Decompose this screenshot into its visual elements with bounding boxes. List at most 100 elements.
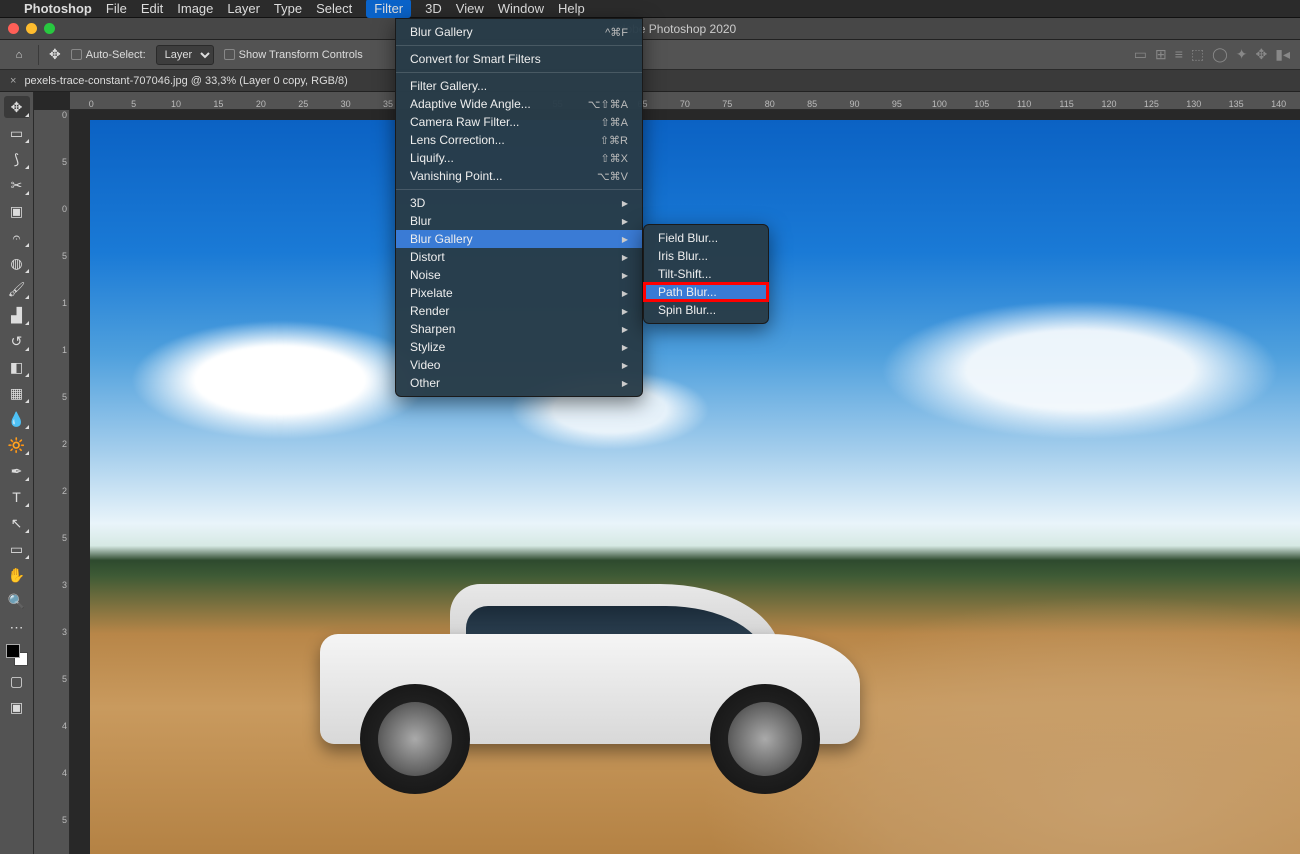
filter-item[interactable]: Liquify...⇧⌘X bbox=[396, 149, 642, 167]
menu-item-shortcut: ⇧⌘R bbox=[600, 134, 628, 147]
minimize-button[interactable] bbox=[26, 23, 37, 34]
move-tool[interactable]: ✥ bbox=[4, 96, 30, 118]
menu-image[interactable]: Image bbox=[177, 1, 213, 16]
history-brush-tool[interactable]: ↺ bbox=[4, 330, 30, 352]
filter-submenu-stylize[interactable]: Stylize bbox=[396, 338, 642, 356]
3d-mode-icon[interactable]: ▮◂ bbox=[1275, 46, 1290, 63]
blur-tool[interactable]: 💧 bbox=[4, 408, 30, 430]
menu-item-label: Render bbox=[410, 304, 449, 318]
menu-type[interactable]: Type bbox=[274, 1, 302, 16]
align-icon[interactable]: ⊞ bbox=[1155, 46, 1167, 63]
clone-stamp-tool[interactable]: ▟ bbox=[4, 304, 30, 326]
window-titlebar: Adobe Photoshop 2020 bbox=[0, 18, 1300, 40]
crop-tool[interactable]: ✂ bbox=[4, 174, 30, 196]
filter-submenu-other[interactable]: Other bbox=[396, 374, 642, 392]
filter-item[interactable]: Filter Gallery... bbox=[396, 77, 642, 95]
filter-submenu-blur-gallery[interactable]: Blur Gallery bbox=[396, 230, 642, 248]
dodge-tool[interactable]: 🔆 bbox=[4, 434, 30, 456]
menu-select[interactable]: Select bbox=[316, 1, 352, 16]
lasso-tool[interactable]: ⟆ bbox=[4, 148, 30, 170]
menu-file[interactable]: File bbox=[106, 1, 127, 16]
menu-edit[interactable]: Edit bbox=[141, 1, 163, 16]
filter-submenu-video[interactable]: Video bbox=[396, 356, 642, 374]
filter-submenu-3d[interactable]: 3D bbox=[396, 194, 642, 212]
zoom-tool[interactable]: 🔍 bbox=[4, 590, 30, 612]
3d-mode-icon[interactable]: ◯ bbox=[1212, 46, 1228, 63]
filter-menu: Blur Gallery ^⌘F Convert for Smart Filte… bbox=[395, 18, 643, 397]
menu-item-label: Liquify... bbox=[410, 151, 454, 165]
filter-submenu-sharpen[interactable]: Sharpen bbox=[396, 320, 642, 338]
filter-convert-smart[interactable]: Convert for Smart Filters bbox=[396, 50, 642, 68]
home-icon[interactable]: ⌂ bbox=[10, 46, 28, 64]
filter-submenu-blur[interactable]: Blur bbox=[396, 212, 642, 230]
menu-item-label: Filter Gallery... bbox=[410, 79, 487, 93]
menu-window[interactable]: Window bbox=[498, 1, 544, 16]
3d-mode-icon[interactable]: ✥ bbox=[1256, 46, 1268, 63]
auto-select-target[interactable]: Layer bbox=[156, 45, 214, 65]
canvas-area: 0510152025303540455055606570758085909510… bbox=[34, 92, 1300, 854]
move-tool-icon: ✥ bbox=[49, 46, 61, 63]
menu-help[interactable]: Help bbox=[558, 1, 585, 16]
document-tab-label: pexels-trace-constant-707046.jpg @ 33,3%… bbox=[24, 75, 347, 87]
healing-brush-tool[interactable]: ◍ bbox=[4, 252, 30, 274]
pen-tool[interactable]: ✒ bbox=[4, 460, 30, 482]
3d-mode-icon[interactable]: ✦ bbox=[1236, 46, 1248, 63]
menu-item-label: Blur bbox=[410, 214, 431, 228]
eraser-tool[interactable]: ◧ bbox=[4, 356, 30, 378]
filter-last[interactable]: Blur Gallery ^⌘F bbox=[396, 23, 642, 41]
shape-tool[interactable]: ▭ bbox=[4, 538, 30, 560]
filter-item[interactable]: Lens Correction...⇧⌘R bbox=[396, 131, 642, 149]
menu-item-label: Iris Blur... bbox=[658, 249, 708, 263]
gradient-tool[interactable]: ▦ bbox=[4, 382, 30, 404]
menu-filter[interactable]: Filter bbox=[366, 0, 411, 18]
blur-gallery-iris-blur[interactable]: Iris Blur... bbox=[644, 247, 768, 265]
color-swatch[interactable] bbox=[6, 644, 28, 666]
path-selection-tool[interactable]: ↖ bbox=[4, 512, 30, 534]
menu-item-label: Other bbox=[410, 376, 440, 390]
blur-gallery-field-blur[interactable]: Field Blur... bbox=[644, 229, 768, 247]
menu-item-label: Pixelate bbox=[410, 286, 453, 300]
show-transform-group[interactable]: Show Transform Controls bbox=[224, 49, 363, 61]
window-title: Adobe Photoshop 2020 bbox=[55, 22, 1292, 36]
menu-item-label: Distort bbox=[410, 250, 445, 264]
maximize-button[interactable] bbox=[44, 23, 55, 34]
menu-item-label: 3D bbox=[410, 196, 425, 210]
marquee-tool[interactable]: ▭ bbox=[4, 122, 30, 144]
filter-submenu-distort[interactable]: Distort bbox=[396, 248, 642, 266]
filter-item[interactable]: Camera Raw Filter...⇧⌘A bbox=[396, 113, 642, 131]
close-button[interactable] bbox=[8, 23, 19, 34]
filter-submenu-render[interactable]: Render bbox=[396, 302, 642, 320]
filter-submenu-noise[interactable]: Noise bbox=[396, 266, 642, 284]
menu-item-label: Adaptive Wide Angle... bbox=[410, 97, 531, 111]
ruler-vertical: 05051152253354455665775 bbox=[34, 110, 70, 854]
filter-item[interactable]: Adaptive Wide Angle...⌥⇧⌘A bbox=[396, 95, 642, 113]
quick-mask-toggle[interactable]: ▢ bbox=[4, 670, 30, 692]
filter-submenu-pixelate[interactable]: Pixelate bbox=[396, 284, 642, 302]
align-icons-group: ▭ ⊞ ≡ ⬚ ◯ ✦ ✥ ▮◂ bbox=[1134, 46, 1290, 63]
brush-tool[interactable]: 🖌 bbox=[4, 278, 30, 300]
hand-tool[interactable]: ✋ bbox=[4, 564, 30, 586]
document-tab[interactable]: × pexels-trace-constant-707046.jpg @ 33,… bbox=[0, 70, 1300, 92]
workspace: ✥ ▭ ⟆ ✂ ▣ 𝄐 ◍ 🖌 ▟ ↺ ◧ ▦ 💧 🔆 ✒ T ↖ ▭ ✋ 🔍 … bbox=[0, 92, 1300, 854]
ruler-horizontal: 0510152025303540455055606570758085909510… bbox=[70, 92, 1300, 110]
blur-gallery-tilt-shift[interactable]: Tilt-Shift... bbox=[644, 265, 768, 283]
blur-gallery-spin-blur[interactable]: Spin Blur... bbox=[644, 301, 768, 319]
frame-tool[interactable]: ▣ bbox=[4, 200, 30, 222]
blur-gallery-submenu: Field Blur... Iris Blur... Tilt-Shift... Pa… bbox=[643, 224, 769, 324]
3d-mode-icon[interactable]: ⬚ bbox=[1191, 46, 1204, 63]
menu-item-label: Tilt-Shift... bbox=[658, 267, 712, 281]
menu-view[interactable]: View bbox=[456, 1, 484, 16]
align-icon[interactable]: ≡ bbox=[1175, 46, 1183, 63]
type-tool[interactable]: T bbox=[4, 486, 30, 508]
menubar-app[interactable]: Photoshop bbox=[24, 1, 92, 16]
blur-gallery-path-blur[interactable]: Path Blur... bbox=[644, 283, 768, 301]
filter-item[interactable]: Vanishing Point...⌥⌘V bbox=[396, 167, 642, 185]
edit-toolbar[interactable]: ⋯ bbox=[4, 616, 30, 638]
eyedropper-tool[interactable]: 𝄐 bbox=[4, 226, 30, 248]
menu-3d[interactable]: 3D bbox=[425, 1, 442, 16]
screen-mode-toggle[interactable]: ▣ bbox=[4, 696, 30, 718]
close-tab-icon[interactable]: × bbox=[10, 75, 16, 87]
auto-select-group[interactable]: Auto-Select: bbox=[71, 49, 146, 61]
menu-layer[interactable]: Layer bbox=[227, 1, 260, 16]
align-icon[interactable]: ▭ bbox=[1134, 46, 1147, 63]
